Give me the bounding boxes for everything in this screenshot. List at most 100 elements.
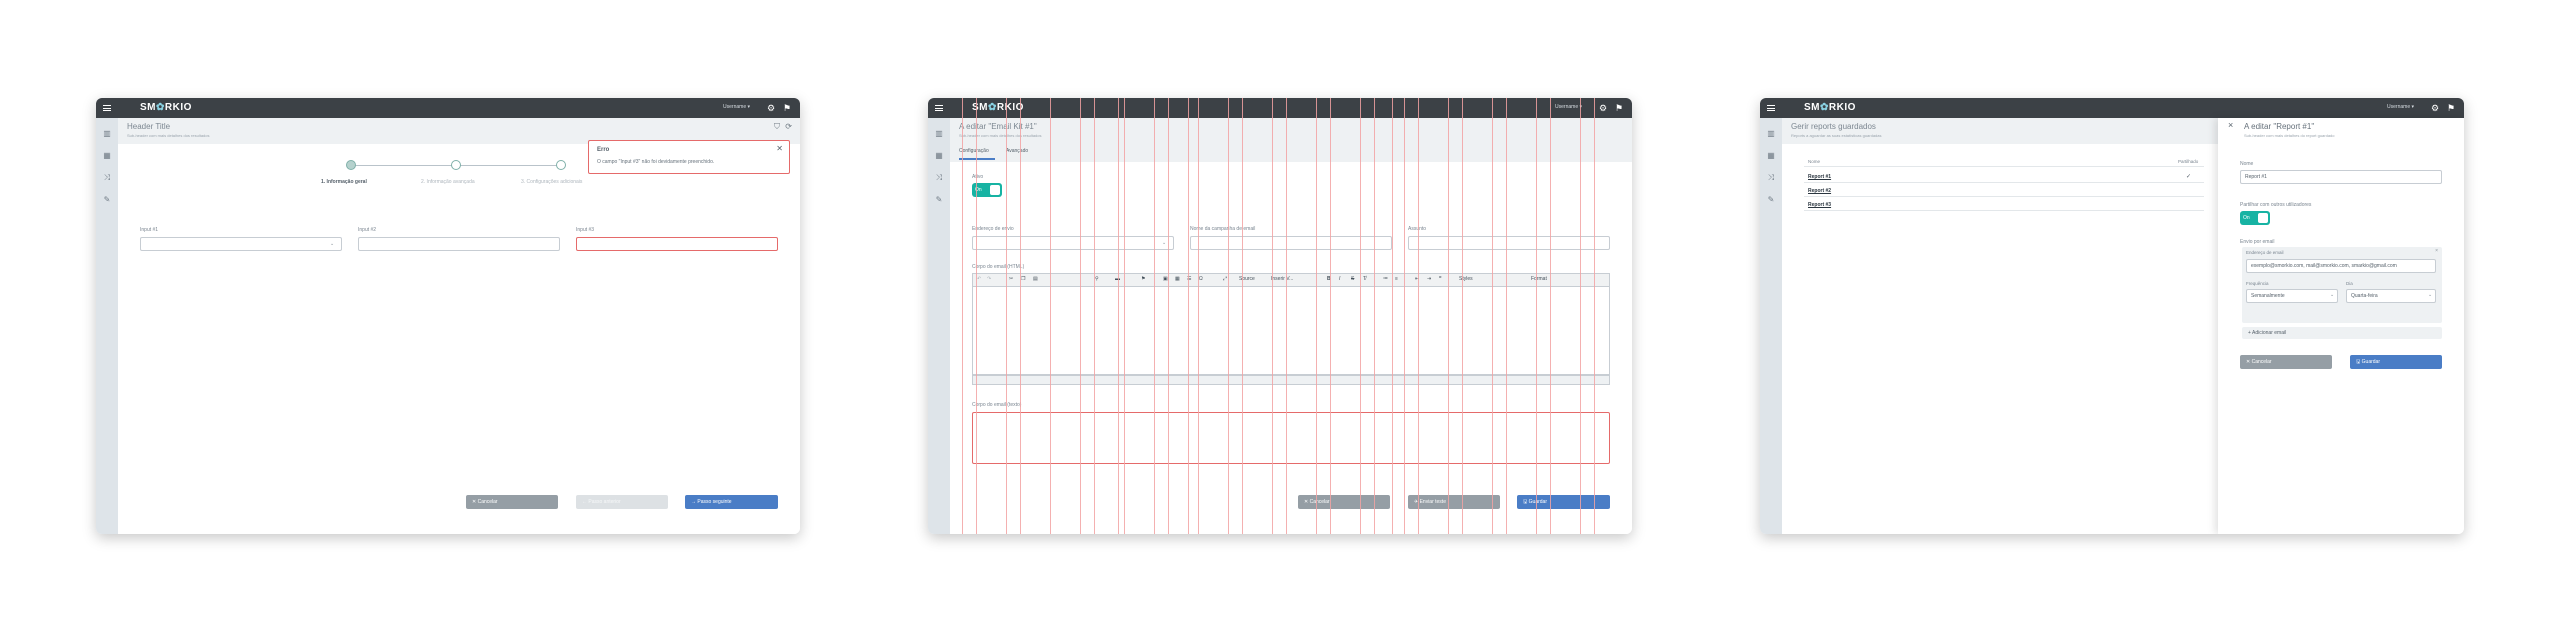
- indent-icon[interactable]: ⇥: [1427, 276, 1431, 285]
- send-test-button[interactable]: ✈ Enviar teste: [1408, 495, 1500, 509]
- panel-subtitle: Sub-header com mais detalhes do report g…: [2244, 133, 2335, 138]
- italic-icon[interactable]: I: [1339, 276, 1340, 285]
- paste-icon[interactable]: ▤: [1033, 276, 1038, 285]
- cancel-button[interactable]: ✕ Cancelar: [1298, 495, 1390, 509]
- settings-icon[interactable]: ⚙: [2430, 103, 2440, 113]
- insert-variable-dropdown[interactable]: Inserir V...: [1271, 276, 1293, 285]
- wrench-icon[interactable]: ✎: [101, 194, 113, 206]
- page-title: Header Title: [127, 122, 171, 131]
- close-icon[interactable]: ×: [2228, 120, 2233, 130]
- flag-icon[interactable]: ⚑: [1614, 103, 1624, 113]
- share-toggle[interactable]: On: [2240, 211, 2270, 225]
- flag-icon[interactable]: ⚑: [782, 103, 792, 113]
- error-toast: Erro O campo "Input #3" não foi devidame…: [588, 140, 790, 174]
- main-content: A editar "Email Kit #1" Sub-header com m…: [950, 118, 1632, 534]
- email-field[interactable]: exemplo@smorkio.com, mail@smorkio.com, s…: [2246, 259, 2436, 273]
- cancel-button[interactable]: ✕ Cancelar: [2240, 355, 2332, 369]
- wrench-icon[interactable]: ✎: [1765, 194, 1777, 206]
- wrench-icon[interactable]: ✎: [933, 194, 945, 206]
- page-title: Gerir reports guardados: [1791, 122, 1876, 131]
- format-dropdown[interactable]: Format: [1531, 276, 1547, 285]
- check-icon: ✓: [2186, 174, 2192, 180]
- menu-icon[interactable]: [103, 105, 111, 111]
- add-email-button[interactable]: + Adicionar email: [2242, 327, 2442, 339]
- share-label: Partilhar com outros utilizadores: [2240, 202, 2312, 208]
- input-3-field[interactable]: [576, 237, 778, 251]
- user-menu[interactable]: Username ▾: [2387, 104, 2414, 110]
- frequency-select[interactable]: Semanalmente: [2246, 289, 2338, 303]
- save-button[interactable]: 🖫 Guardar: [2350, 355, 2442, 369]
- calendar-icon[interactable]: ▦: [101, 150, 113, 162]
- report-link-2[interactable]: Report #2: [1808, 188, 1831, 194]
- day-select[interactable]: Quarta-feira: [2346, 289, 2436, 303]
- tab-configuracao[interactable]: Configuração: [959, 148, 989, 154]
- guide-line: [1418, 98, 1419, 534]
- report-link-3[interactable]: Report #3: [1808, 202, 1831, 208]
- tab-avancado[interactable]: Avançado: [1006, 148, 1028, 154]
- flag-icon[interactable]: ⚑: [2446, 103, 2456, 113]
- next-step-button[interactable]: → Passo seguinte: [685, 495, 778, 509]
- calendar-icon[interactable]: ▦: [933, 150, 945, 162]
- guide-line: [1580, 98, 1581, 534]
- filter-icon[interactable]: ⛉: [774, 122, 780, 132]
- user-menu[interactable]: Username ▾: [1555, 104, 1582, 110]
- text-body-field[interactable]: [972, 412, 1610, 464]
- undo-icon[interactable]: ↶: [977, 276, 981, 285]
- campaign-name-field[interactable]: [1190, 236, 1392, 250]
- anchor-icon[interactable]: ⚑: [1141, 276, 1145, 285]
- report-name-field[interactable]: Report #1: [2240, 170, 2442, 184]
- html-editor-area[interactable]: [972, 287, 1610, 375]
- frequency-label: Frequência: [2246, 281, 2269, 286]
- step-1-label: 1. Informação geral: [321, 179, 367, 185]
- table-icon[interactable]: ▦: [1175, 276, 1180, 285]
- page-title: A editar "Email Kit #1": [959, 122, 1037, 131]
- input-2-label: Input #2: [358, 227, 377, 233]
- step-3-dot[interactable]: [556, 160, 566, 170]
- chart-icon[interactable]: ▥: [101, 128, 113, 140]
- guide-line: [976, 98, 977, 534]
- share-icon[interactable]: ⤨: [1765, 172, 1777, 184]
- guide-line: [1286, 98, 1287, 534]
- redo-icon[interactable]: ↷: [987, 276, 991, 285]
- step-2-dot[interactable]: [451, 160, 461, 170]
- chart-icon[interactable]: ▥: [1765, 128, 1777, 140]
- share-icon[interactable]: ⤨: [933, 172, 945, 184]
- top-bar: SM✿RKIO Username ▾ ⚙ ⚑: [928, 98, 1632, 118]
- user-menu[interactable]: Username ▾: [723, 104, 750, 110]
- logo[interactable]: SM✿RKIO: [140, 102, 192, 113]
- menu-icon[interactable]: [935, 105, 943, 111]
- special-char-icon[interactable]: Ω: [1199, 276, 1203, 285]
- calendar-icon[interactable]: ▦: [1765, 150, 1777, 162]
- numbered-list-icon[interactable]: ≔: [1383, 276, 1388, 285]
- logo[interactable]: SM✿RKIO: [972, 102, 1024, 113]
- settings-icon[interactable]: ⚙: [766, 103, 776, 113]
- guide-line: [1492, 98, 1493, 534]
- strike-icon[interactable]: S: [1351, 276, 1354, 285]
- input-2-field[interactable]: [358, 237, 560, 251]
- link-icon[interactable]: ⚲: [1095, 276, 1099, 285]
- logo[interactable]: SM✿RKIO: [1804, 102, 1856, 113]
- clear-format-icon[interactable]: T̸: [1363, 276, 1366, 285]
- menu-icon[interactable]: [1767, 105, 1775, 111]
- column-shared-header: Partilhado: [2178, 159, 2199, 164]
- remove-icon[interactable]: ×: [2435, 248, 2438, 254]
- quote-icon[interactable]: ❞: [1439, 276, 1442, 285]
- copy-icon[interactable]: ❐: [1021, 276, 1025, 285]
- main-content: Header Title Sub-header com mais detalhe…: [118, 118, 800, 534]
- maximize-icon[interactable]: ⤢: [1223, 276, 1227, 285]
- settings-icon[interactable]: ⚙: [1598, 103, 1608, 113]
- bullet-list-icon[interactable]: ≡: [1395, 276, 1398, 285]
- chart-icon[interactable]: ▥: [933, 128, 945, 140]
- refresh-icon[interactable]: ⟳: [785, 122, 792, 131]
- cut-icon[interactable]: ✂: [1009, 276, 1013, 285]
- chevron-down-icon: ⌄: [2330, 292, 2335, 298]
- input-1-select[interactable]: [140, 237, 342, 251]
- save-button[interactable]: 🖫 Guardar: [1517, 495, 1610, 509]
- step-1-dot[interactable]: [346, 160, 356, 170]
- cancel-button[interactable]: ✕ Cancelar: [466, 495, 558, 509]
- close-icon[interactable]: ✕: [776, 144, 783, 153]
- share-icon[interactable]: ⤨: [101, 172, 113, 184]
- previous-step-button[interactable]: ← Passo anterior: [576, 495, 668, 509]
- report-link-1[interactable]: Report #1: [1808, 174, 1831, 180]
- sender-select[interactable]: [972, 236, 1174, 250]
